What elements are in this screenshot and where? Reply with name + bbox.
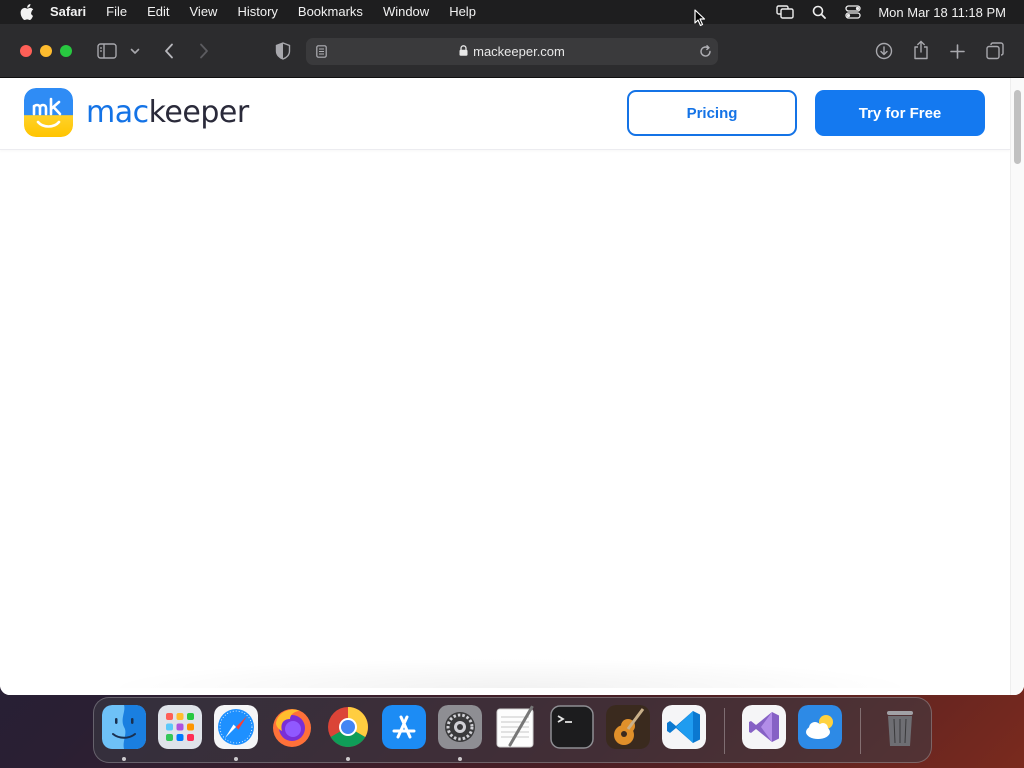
wordmark-keeper: keeper — [148, 95, 250, 130]
dock-launchpad-icon[interactable] — [158, 705, 202, 749]
running-indicator — [122, 757, 126, 761]
share-icon[interactable] — [912, 39, 930, 61]
menu-window[interactable]: Window — [373, 0, 439, 24]
wordmark-mac: mac — [86, 95, 149, 130]
dock-vscode-icon[interactable] — [662, 705, 706, 749]
dock-app-store-icon[interactable] — [382, 705, 426, 749]
running-indicator — [346, 757, 350, 761]
spotlight-search-icon[interactable] — [810, 3, 828, 21]
menu-edit[interactable]: Edit — [137, 0, 179, 24]
dock-trash-icon[interactable] — [878, 705, 922, 749]
lock-icon — [459, 44, 468, 59]
site-header: mackeeper Pricing Try for Free — [0, 78, 1010, 150]
dock-visual-studio-icon[interactable] — [742, 705, 786, 749]
dock-garageband-icon[interactable] — [606, 705, 650, 749]
dock-textedit-icon[interactable] — [494, 705, 538, 749]
zoom-window-button[interactable] — [60, 45, 72, 57]
dock-terminal-icon[interactable] — [550, 705, 594, 749]
page-content-area — [100, 658, 920, 688]
running-indicator — [458, 757, 462, 761]
dock-firefox-icon[interactable] — [270, 705, 314, 749]
menu-history[interactable]: History — [227, 0, 287, 24]
browser-toolbar: mackeeper.com — [0, 24, 1024, 78]
back-icon[interactable] — [160, 41, 178, 61]
pricing-button[interactable]: Pricing — [627, 90, 797, 136]
sidebar-toggle-icon[interactable] — [96, 41, 118, 61]
dock-separator — [724, 708, 725, 754]
menu-view[interactable]: View — [180, 0, 228, 24]
tab-overview-icon[interactable] — [985, 41, 1005, 61]
dock-finder-icon[interactable] — [102, 705, 146, 749]
control-center-icon[interactable] — [844, 3, 862, 21]
screen-mirroring-icon[interactable] — [776, 3, 795, 21]
menu-bookmarks[interactable]: Bookmarks — [288, 0, 373, 24]
menu-bar: Safari File Edit View History Bookmarks … — [0, 0, 1024, 24]
dock-system-settings-icon[interactable] — [438, 705, 482, 749]
minimize-window-button[interactable] — [40, 45, 52, 57]
apple-menu-icon[interactable] — [18, 3, 36, 21]
forward-icon[interactable] — [195, 41, 213, 61]
dock — [93, 697, 932, 763]
dock-safari-icon[interactable] — [214, 705, 258, 749]
dock-separator — [860, 708, 861, 754]
chevron-down-icon[interactable] — [129, 44, 141, 58]
new-tab-icon[interactable] — [948, 41, 966, 61]
page-scrollbar[interactable] — [1010, 78, 1024, 695]
reload-icon[interactable] — [698, 43, 712, 59]
address-bar[interactable]: mackeeper.com — [306, 38, 718, 65]
privacy-shield-icon[interactable] — [273, 41, 293, 61]
mouse-cursor-icon — [694, 9, 706, 32]
url-text[interactable]: mackeeper.com — [473, 44, 565, 59]
dock-chrome-icon[interactable] — [326, 705, 370, 749]
scrollbar-thumb[interactable] — [1014, 90, 1021, 164]
close-window-button[interactable] — [20, 45, 32, 57]
running-indicator — [234, 757, 238, 761]
menu-clock[interactable]: Mon Mar 18 11:18 PM — [878, 5, 1006, 20]
menu-help[interactable]: Help — [439, 0, 486, 24]
mackeeper-logo-icon — [24, 88, 73, 137]
safari-window: mackeeper.com mackeeper Pricing Try for … — [0, 24, 1024, 695]
dock-weather-icon[interactable] — [798, 705, 842, 749]
try-for-free-button[interactable]: Try for Free — [815, 90, 985, 136]
web-page: mackeeper Pricing Try for Free — [0, 78, 1024, 695]
menu-app-name[interactable]: Safari — [50, 0, 96, 24]
reader-icon[interactable] — [315, 44, 327, 58]
mackeeper-wordmark: mackeeper — [86, 95, 249, 130]
mackeeper-logo[interactable]: mackeeper — [24, 88, 249, 137]
downloads-icon[interactable] — [874, 41, 894, 61]
menu-file[interactable]: File — [96, 0, 137, 24]
